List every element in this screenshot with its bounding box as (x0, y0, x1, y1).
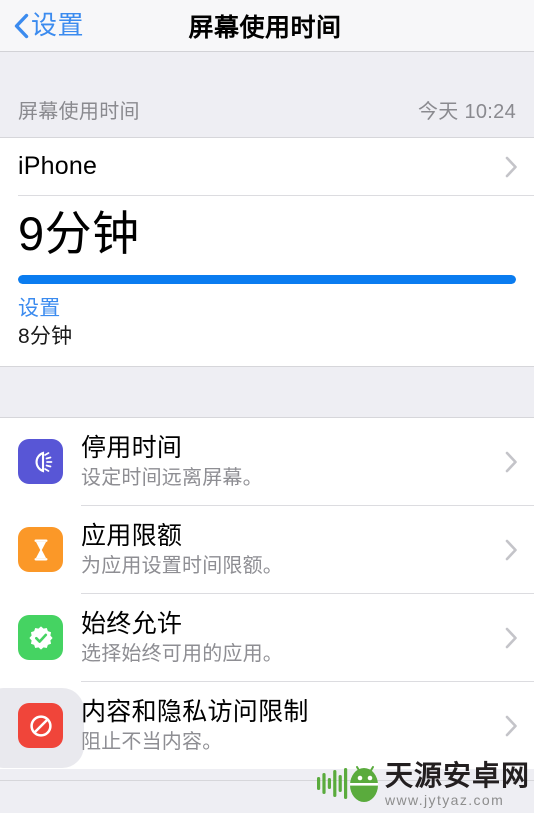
menu-row-text: 停用时间设定时间远离屏幕。 (81, 434, 516, 490)
menu-row-title: 内容和隐私访问限制 (81, 697, 309, 726)
screen-time-settings-screen: 设置 屏幕使用时间 屏幕使用时间 今天 10:24 iPhone 9分钟 设置 … (0, 0, 534, 813)
menu-row[interactable]: 内容和隐私访问限制阻止不当内容。 (0, 682, 534, 769)
menu-row-subtitle: 为应用设置时间限额。 (81, 554, 283, 577)
chevron-right-icon (505, 156, 517, 177)
legend-item-value: 8分钟 (18, 324, 73, 348)
check-badge-icon (18, 615, 63, 661)
prohibition-icon (18, 703, 63, 749)
android-robot-icon (316, 765, 378, 802)
downtime-moon-icon (18, 439, 63, 485)
menu-row-subtitle: 选择始终可用的应用。 (81, 642, 283, 665)
navigation-bar: 设置 屏幕使用时间 (0, 0, 534, 52)
summary-section-header-label: 屏幕使用时间 (18, 100, 140, 123)
menu-row-title: 应用限额 (81, 521, 183, 550)
menu-row-text: 应用限额为应用设置时间限额。 (81, 522, 516, 578)
menu-row-title: 始终允许 (81, 609, 183, 638)
page-title: 屏幕使用时间 (188, 13, 342, 42)
hourglass-icon (18, 527, 63, 573)
summary-section-header-time: 今天 10:24 (417, 100, 516, 123)
row-divider (81, 593, 534, 595)
usage-legend: 设置 8分钟 (18, 296, 516, 351)
usage-progress-bar (18, 274, 516, 284)
device-name: iPhone (18, 152, 98, 180)
screen-time-options-list: 停用时间设定时间远离屏幕。应用限额为应用设置时间限额。始终允许选择始终可用的应用… (0, 417, 534, 770)
row-divider (81, 681, 534, 683)
menu-row-subtitle: 设定时间远离屏幕。 (81, 466, 263, 489)
summary-section-header: 屏幕使用时间 今天 10:24 (0, 87, 534, 137)
menu-row-text: 内容和隐私访问限制阻止不当内容。 (81, 698, 516, 754)
menu-row[interactable]: 应用限额为应用设置时间限额。 (0, 506, 534, 593)
usage-progress-fill (18, 274, 516, 284)
section-gap-middle (0, 367, 534, 418)
legend-item-name: 设置 (18, 296, 61, 320)
device-row[interactable]: iPhone (0, 138, 534, 195)
section-gap-top (0, 52, 534, 87)
menu-row-subtitle: 阻止不当内容。 (81, 730, 223, 753)
summary-card: iPhone 9分钟 设置 8分钟 (0, 137, 534, 368)
watermark-url: www.jytyaz.com (384, 792, 505, 808)
watermark-text: 天源安卓网 www.jytyaz.com (384, 760, 530, 808)
row-divider (81, 505, 534, 507)
usage-summary-block: 9分钟 设置 8分钟 (0, 196, 534, 366)
menu-row-title: 停用时间 (81, 433, 183, 462)
menu-row-text: 始终允许选择始终可用的应用。 (81, 610, 516, 666)
menu-row[interactable]: 始终允许选择始终可用的应用。 (0, 594, 534, 681)
watermark-title: 天源安卓网 (384, 760, 530, 791)
total-screen-time: 9分钟 (18, 207, 140, 260)
menu-row[interactable]: 停用时间设定时间远离屏幕。 (0, 418, 534, 505)
site-watermark: 天源安卓网 www.jytyaz.com (316, 762, 530, 807)
